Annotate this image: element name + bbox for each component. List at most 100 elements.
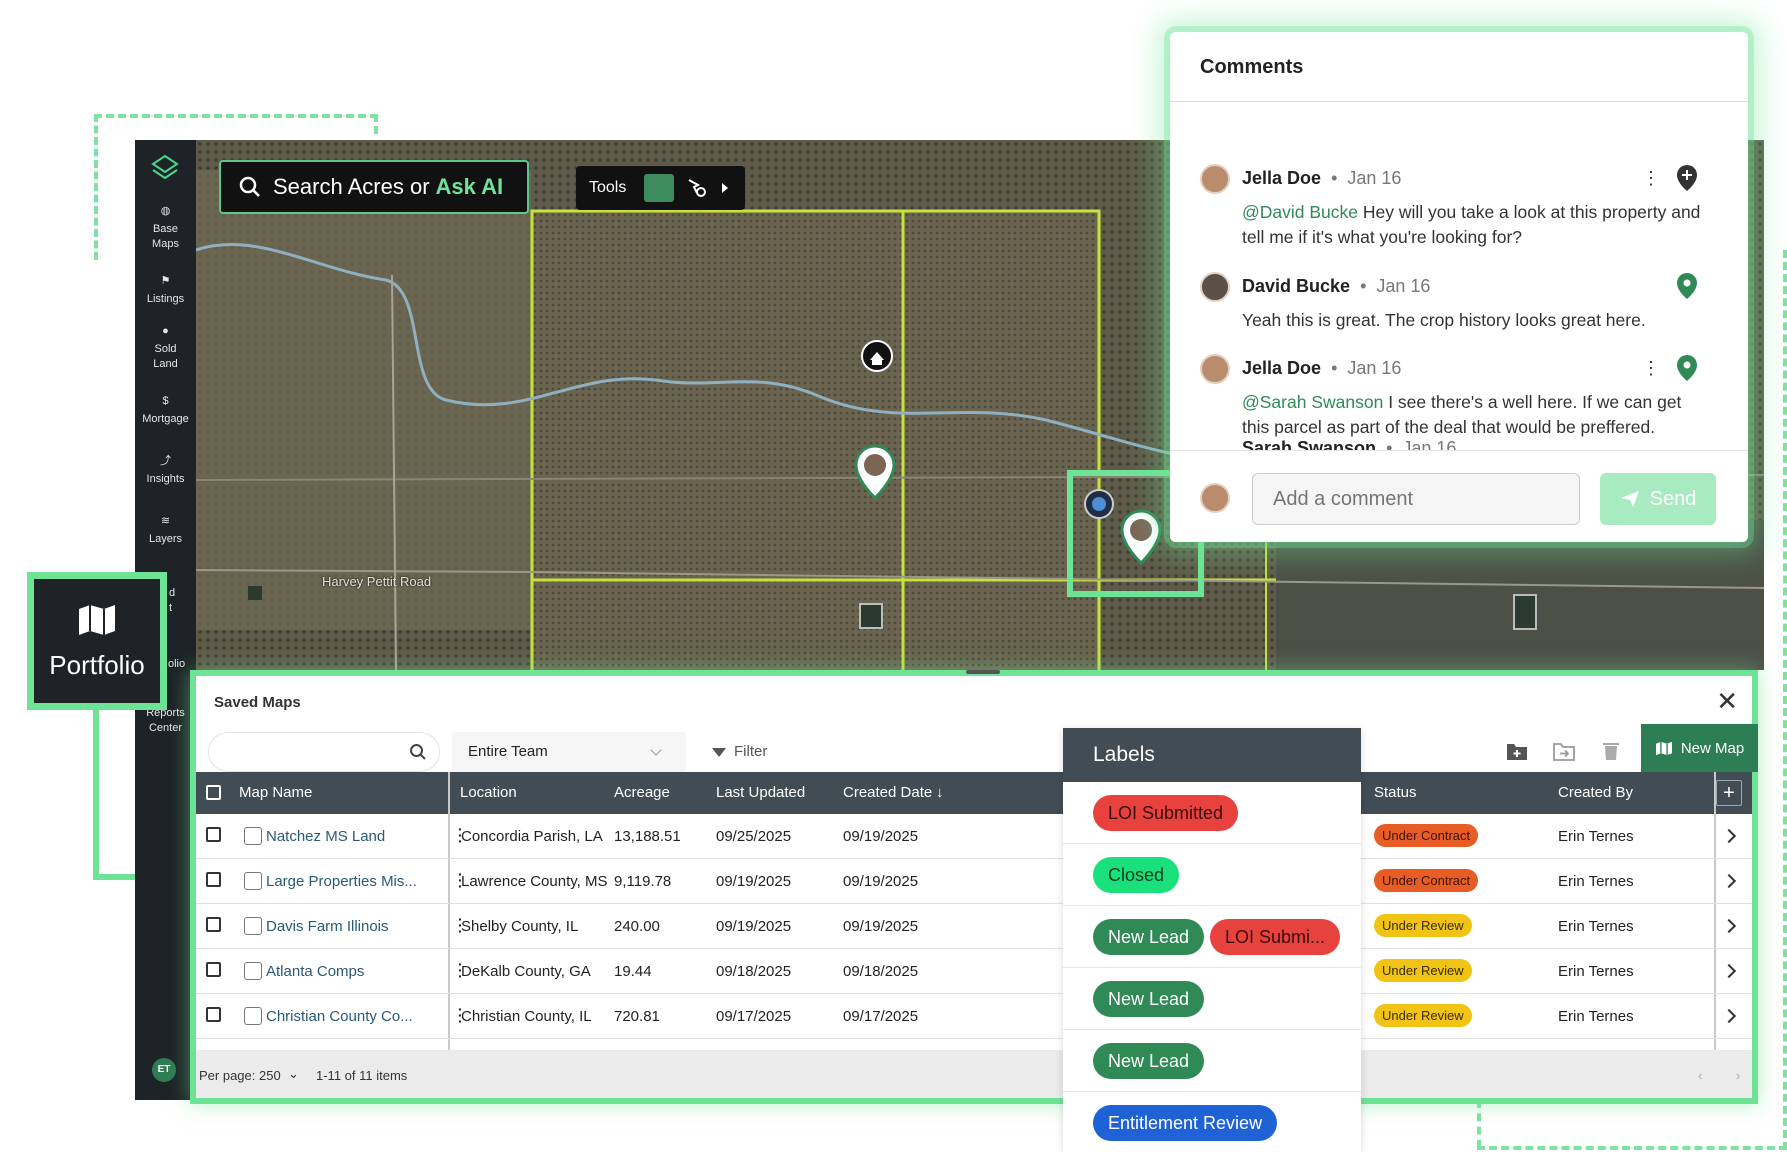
row-checkbox[interactable]: [206, 962, 221, 977]
table-row[interactable]: Davis Farm Illinois · · · Shelby County, I…: [196, 904, 1752, 949]
map-name-link[interactable]: Atlanta Comps: [266, 963, 364, 980]
nav-partial-label: d: [169, 587, 176, 599]
map-visibility-icon[interactable]: [244, 917, 262, 935]
col-map-name[interactable]: Map Name: [239, 784, 312, 801]
cell-acreage: 9,119.78: [614, 873, 672, 890]
per-page-select[interactable]: Per page: 250: [199, 1068, 281, 1083]
comment-meta: Sarah Swanson • Jan 16: [1242, 438, 1456, 450]
map-visibility-icon[interactable]: [244, 962, 262, 980]
lasso-tool-icon[interactable]: [686, 177, 708, 199]
move-to-folder-icon[interactable]: [1551, 738, 1577, 764]
cell-acreage: 240.00: [614, 918, 660, 935]
chevron-down-icon[interactable]: ⌄: [288, 1066, 299, 1082]
more-options-icon[interactable]: ⋮: [1642, 358, 1660, 379]
comment-mention[interactable]: @Sarah Swanson: [1242, 392, 1383, 412]
map-visibility-icon[interactable]: [244, 1007, 262, 1025]
label-row[interactable]: New Lead: [1063, 968, 1361, 1030]
team-select[interactable]: Entire Team: [452, 732, 686, 772]
comment-mention[interactable]: @David Bucke: [1242, 202, 1358, 222]
next-page-icon[interactable]: ›: [1736, 1068, 1740, 1083]
map-name-link[interactable]: Christian County Co...: [266, 1008, 413, 1025]
new-folder-icon[interactable]: [1504, 738, 1530, 764]
user-avatar[interactable]: ET: [152, 1058, 176, 1082]
chevron-right-icon[interactable]: [1721, 963, 1737, 979]
prev-page-icon[interactable]: ‹: [1698, 1068, 1702, 1083]
col-last-updated[interactable]: Last Updated: [716, 784, 805, 801]
cell-created: 09/17/2025: [843, 1008, 919, 1025]
pin-icon: ●: [162, 325, 169, 337]
label-chip[interactable]: Entitlement Review: [1093, 1105, 1278, 1141]
comment-author: David Bucke: [1242, 276, 1351, 296]
comment-item: Sarah Swanson • Jan 16: [1200, 436, 1720, 450]
col-created-date[interactable]: Created Date: [843, 784, 932, 801]
row-checkbox[interactable]: [206, 827, 221, 842]
chevron-right-icon[interactable]: [1721, 828, 1737, 844]
col-created-by[interactable]: Created By: [1558, 784, 1633, 801]
nav-sold-land[interactable]: ● Sold Land: [135, 324, 196, 372]
chevron-right-icon[interactable]: [1721, 1008, 1737, 1024]
map-name-link[interactable]: Davis Farm Illinois: [266, 918, 389, 935]
label-chip[interactable]: New Lead: [1093, 919, 1205, 955]
table-row[interactable]: Christian County Co... · · · Christian Cou…: [196, 994, 1752, 1039]
comment-body: @Sarah Swanson I see there's a well here…: [1242, 390, 1712, 440]
nav-insights[interactable]: ⤴ Insights: [135, 454, 196, 487]
comment-date: Jan 16: [1402, 438, 1457, 450]
label-chip[interactable]: Closed: [1093, 857, 1180, 893]
chevron-right-icon[interactable]: [1721, 873, 1737, 889]
label-row[interactable]: LOI Submitted: [1063, 782, 1361, 844]
label-row[interactable]: New Lead: [1063, 1030, 1361, 1092]
nav-reports-center[interactable]: Reports Center: [135, 706, 196, 736]
select-all-checkbox[interactable]: [206, 785, 221, 800]
filter-button[interactable]: Filter: [696, 732, 796, 772]
select-tool-icon[interactable]: [644, 174, 675, 202]
label-chip[interactable]: LOI Submi...: [1210, 919, 1341, 955]
row-checkbox[interactable]: [206, 872, 221, 887]
comment-input[interactable]: [1252, 473, 1580, 525]
nav-mortgage[interactable]: $ Mortgage: [135, 394, 196, 427]
label-row[interactable]: New Lead LOI Submi...: [1063, 906, 1361, 968]
expand-tools-icon[interactable]: [722, 183, 729, 193]
chevron-right-icon[interactable]: [1721, 918, 1737, 934]
logo-icon: [151, 154, 179, 180]
comment-date: Jan 16: [1347, 358, 1402, 378]
more-options-icon[interactable]: ⋮: [1642, 168, 1660, 189]
nav-label: Layers: [148, 533, 183, 545]
row-checkbox[interactable]: [206, 1007, 221, 1022]
label-row[interactable]: Closed: [1063, 844, 1361, 906]
map-name-link[interactable]: Large Properties Mis...: [266, 873, 417, 890]
map-visibility-icon[interactable]: [244, 827, 262, 845]
col-location[interactable]: Location: [460, 784, 517, 801]
close-icon[interactable]: ✕: [1716, 686, 1738, 717]
table-row[interactable]: Natchez MS Land · · · Concordia Parish, LA…: [196, 814, 1752, 859]
nav-base-maps[interactable]: ◍ Base Maps: [135, 204, 196, 252]
add-column-icon[interactable]: +: [1716, 780, 1742, 806]
nav-listings[interactable]: ⚑ Listings: [135, 274, 196, 307]
map-visibility-icon[interactable]: [244, 872, 262, 890]
label-chip[interactable]: New Lead: [1093, 981, 1205, 1017]
nav-layers[interactable]: ≋ Layers: [135, 514, 196, 547]
location-pin-icon[interactable]: [1676, 354, 1698, 382]
saved-maps-search-input[interactable]: [208, 732, 440, 772]
comment-text: Yeah this is great. The crop history loo…: [1242, 310, 1646, 330]
col-status[interactable]: Status: [1374, 784, 1417, 801]
label-chip[interactable]: LOI Submitted: [1093, 795, 1239, 831]
label-chip[interactable]: New Lead: [1093, 1043, 1205, 1079]
cell-location: DeKalb County, GA: [461, 963, 591, 980]
label-row[interactable]: Entitlement Review: [1063, 1092, 1361, 1152]
col-acreage[interactable]: Acreage: [614, 784, 670, 801]
trash-icon[interactable]: [1598, 738, 1624, 764]
comment-meta: Jella Doe • Jan 16: [1242, 168, 1402, 188]
resize-handle[interactable]: [966, 670, 1000, 674]
map-name-link[interactable]: Natchez MS Land: [266, 828, 385, 845]
add-location-pin-icon[interactable]: [1676, 164, 1698, 192]
table-row[interactable]: Atlanta Comps · · · DeKalb County, GA 19.4…: [196, 949, 1752, 994]
portfolio-callout[interactable]: Portfolio: [27, 572, 167, 710]
location-pin-icon[interactable]: [1676, 272, 1698, 300]
row-checkbox[interactable]: [206, 917, 221, 932]
table-row[interactable]: Large Properties Mis... · · · Lawrence Cou…: [196, 859, 1752, 904]
sort-down-icon[interactable]: ↓: [936, 784, 944, 801]
tools-toolbar[interactable]: Tools: [576, 166, 745, 210]
new-map-button[interactable]: New Map: [1641, 724, 1758, 772]
search-bar[interactable]: Search Acres or Ask AI: [219, 160, 529, 214]
send-button[interactable]: Send: [1600, 473, 1716, 525]
